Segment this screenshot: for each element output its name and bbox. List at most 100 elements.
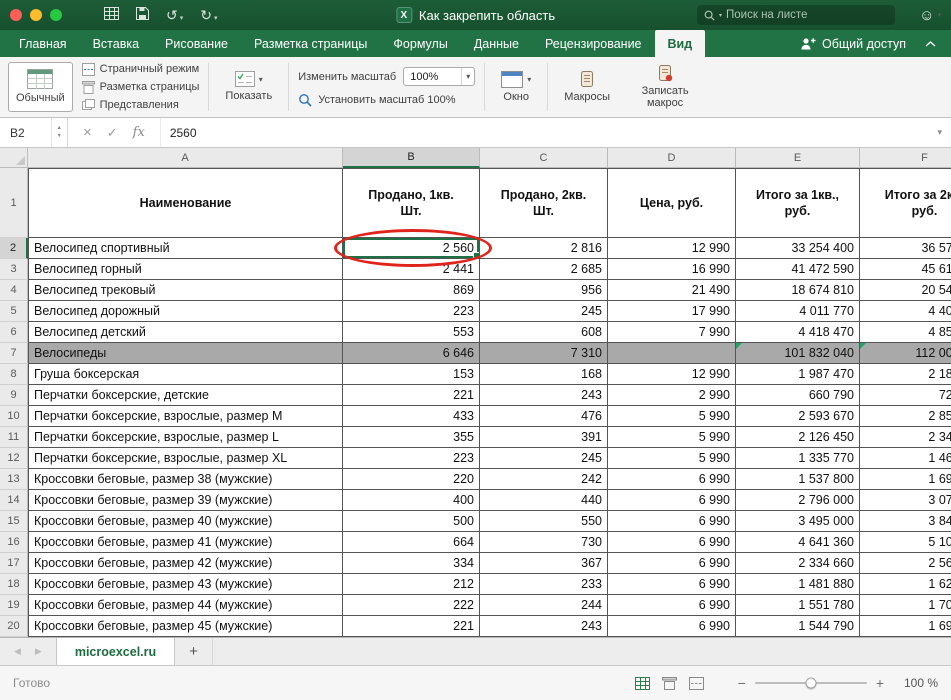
cell-A11[interactable]: Перчатки боксерские, взрослые, размер L <box>28 427 343 448</box>
cell-C11[interactable]: 391 <box>480 427 608 448</box>
cell-D12[interactable]: 5 990 <box>608 448 736 469</box>
row-header-15[interactable]: 15 <box>0 511 28 532</box>
cell-C13[interactable]: 242 <box>480 469 608 490</box>
cell-A17[interactable]: Кроссовки беговые, размер 42 (мужские) <box>28 553 343 574</box>
cell-D20[interactable]: 6 990 <box>608 616 736 637</box>
row-header-18[interactable]: 18 <box>0 574 28 595</box>
cell-C18[interactable]: 233 <box>480 574 608 595</box>
cell-E12[interactable]: 1 335 770 <box>736 448 860 469</box>
cell-A1[interactable]: Наименование <box>28 168 343 238</box>
cell-E18[interactable]: 1 481 880 <box>736 574 860 595</box>
col-header-D[interactable]: D <box>608 148 736 168</box>
cell-B9[interactable]: 221 <box>343 385 480 406</box>
cell-F2[interactable]: 36 579 840 <box>860 238 951 259</box>
custom-views-button[interactable]: Представления <box>82 99 200 112</box>
cell-C2[interactable]: 2 816 <box>480 238 608 259</box>
cell-B3[interactable]: 2 441 <box>343 259 480 280</box>
feedback-smiley-button[interactable]: ☺▾ <box>919 7 941 24</box>
col-header-E[interactable]: E <box>736 148 860 168</box>
cell-F9[interactable]: 726 570 <box>860 385 951 406</box>
cell-C17[interactable]: 367 <box>480 553 608 574</box>
cell-E11[interactable]: 2 126 450 <box>736 427 860 448</box>
cell-C12[interactable]: 245 <box>480 448 608 469</box>
cell-D10[interactable]: 5 990 <box>608 406 736 427</box>
cell-B13[interactable]: 220 <box>343 469 480 490</box>
show-dropdown-button[interactable]: ▾ Показать <box>218 62 279 112</box>
cell-A20[interactable]: Кроссовки беговые, размер 45 (мужские) <box>28 616 343 637</box>
cell-D6[interactable]: 7 990 <box>608 322 736 343</box>
cell-E4[interactable]: 18 674 810 <box>736 280 860 301</box>
cell-D1[interactable]: Цена, руб. <box>608 168 736 238</box>
macros-button[interactable]: Макросы <box>557 62 617 112</box>
cell-C1[interactable]: Продано, 2кв. Шт. <box>480 168 608 238</box>
row-header-7[interactable]: 7 <box>0 343 28 364</box>
name-box-stepper[interactable]: ▲▼ <box>51 118 67 147</box>
row-header-11[interactable]: 11 <box>0 427 28 448</box>
cell-F5[interactable]: 4 407 550 <box>860 301 951 322</box>
cell-B12[interactable]: 223 <box>343 448 480 469</box>
tab-draw[interactable]: Рисование <box>152 30 241 57</box>
cell-D2[interactable]: 12 990 <box>608 238 736 259</box>
cell-E3[interactable]: 41 472 590 <box>736 259 860 280</box>
add-sheet-button[interactable]: + <box>175 638 213 665</box>
record-macro-button[interactable]: Записать макрос <box>626 62 704 112</box>
row-header-9[interactable]: 9 <box>0 385 28 406</box>
cell-B16[interactable]: 664 <box>343 532 480 553</box>
minimize-window-button[interactable] <box>30 9 42 21</box>
row-header-19[interactable]: 19 <box>0 595 28 616</box>
collapse-ribbon-button[interactable] <box>916 30 945 57</box>
cell-B8[interactable]: 153 <box>343 364 480 385</box>
cell-E17[interactable]: 2 334 660 <box>736 553 860 574</box>
cell-E6[interactable]: 4 418 470 <box>736 322 860 343</box>
row-header-20[interactable]: 20 <box>0 616 28 637</box>
cell-B1[interactable]: Продано, 1кв. Шт. <box>343 168 480 238</box>
tab-view[interactable]: Вид <box>655 30 706 57</box>
cell-B7[interactable]: 6 646 <box>343 343 480 364</box>
cell-E9[interactable]: 660 790 <box>736 385 860 406</box>
cell-E7[interactable]: 101 832 040 <box>736 343 860 364</box>
cell-E1[interactable]: Итого за 1кв., руб. <box>736 168 860 238</box>
cell-B20[interactable]: 221 <box>343 616 480 637</box>
tab-data[interactable]: Данные <box>461 30 532 57</box>
confirm-entry-icon[interactable]: ✓ <box>107 125 118 141</box>
cell-D16[interactable]: 6 990 <box>608 532 736 553</box>
cell-D18[interactable]: 6 990 <box>608 574 736 595</box>
page-break-preview-button[interactable]: Страничный режим <box>82 63 200 76</box>
cell-A15[interactable]: Кроссовки беговые, размер 40 (мужские) <box>28 511 343 532</box>
row-header-6[interactable]: 6 <box>0 322 28 343</box>
cell-D8[interactable]: 12 990 <box>608 364 736 385</box>
cell-F8[interactable]: 2 182 320 <box>860 364 951 385</box>
cell-F16[interactable]: 5 102 700 <box>860 532 951 553</box>
normal-view-shortcut-icon[interactable] <box>635 677 650 690</box>
cell-A8[interactable]: Груша боксерская <box>28 364 343 385</box>
cell-C14[interactable]: 440 <box>480 490 608 511</box>
zoom-slider[interactable] <box>755 682 867 684</box>
formula-bar-expand-icon[interactable]: ▾ <box>937 118 951 147</box>
cell-B4[interactable]: 869 <box>343 280 480 301</box>
select-all-corner[interactable] <box>0 148 28 168</box>
tab-insert[interactable]: Вставка <box>80 30 152 57</box>
cell-E13[interactable]: 1 537 800 <box>736 469 860 490</box>
cell-D15[interactable]: 6 990 <box>608 511 736 532</box>
cell-B15[interactable]: 500 <box>343 511 480 532</box>
cell-F19[interactable]: 1 705 560 <box>860 595 951 616</box>
row-header-5[interactable]: 5 <box>0 301 28 322</box>
cell-D7[interactable] <box>608 343 736 364</box>
cell-B19[interactable]: 222 <box>343 595 480 616</box>
cell-A6[interactable]: Велосипед детский <box>28 322 343 343</box>
cell-E16[interactable]: 4 641 360 <box>736 532 860 553</box>
insert-function-icon[interactable]: fx <box>133 125 145 140</box>
cell-B14[interactable]: 400 <box>343 490 480 511</box>
cell-A13[interactable]: Кроссовки беговые, размер 38 (мужские) <box>28 469 343 490</box>
cell-C3[interactable]: 2 685 <box>480 259 608 280</box>
close-window-button[interactable] <box>10 9 22 21</box>
name-box[interactable]: B2 ▲▼ <box>0 118 68 147</box>
cell-D11[interactable]: 5 990 <box>608 427 736 448</box>
cell-F4[interactable]: 20 544 440 <box>860 280 951 301</box>
cell-F6[interactable]: 4 857 920 <box>860 322 951 343</box>
cell-F15[interactable]: 3 844 500 <box>860 511 951 532</box>
cell-F7[interactable]: 112 007 900 <box>860 343 951 364</box>
row-header-13[interactable]: 13 <box>0 469 28 490</box>
cell-D4[interactable]: 21 490 <box>608 280 736 301</box>
tab-home[interactable]: Главная <box>6 30 80 57</box>
